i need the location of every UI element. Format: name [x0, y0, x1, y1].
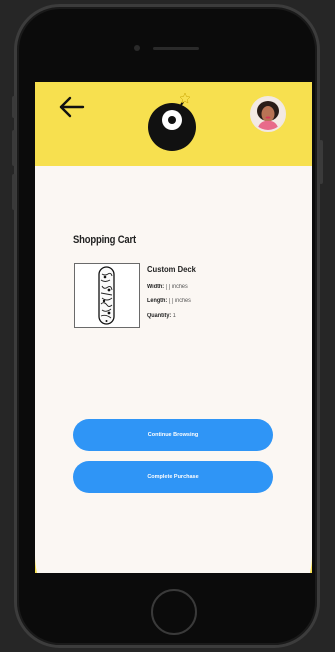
- arrow-left-icon: [59, 96, 85, 118]
- back-button[interactable]: [57, 94, 87, 120]
- user-avatar-icon: [252, 98, 284, 130]
- item-length: Length: [ ] inches: [147, 298, 191, 304]
- item-width: Width: [ ] inches: [147, 284, 188, 290]
- volume-up-button: [12, 130, 16, 166]
- volume-down-button: [12, 174, 16, 210]
- bomb-logo-icon: [147, 92, 199, 153]
- width-value: [ ] inches: [165, 284, 188, 290]
- mute-switch: [12, 96, 16, 118]
- continue-browsing-button[interactable]: Continue Browsing: [73, 419, 273, 451]
- item-name: Custom Deck: [147, 264, 196, 274]
- app-screen: Shopping Cart Custom Deck Width: [ ] inc…: [35, 82, 312, 573]
- speaker: [153, 47, 199, 50]
- page-title: Shopping Cart: [73, 234, 136, 246]
- content-sheet: [35, 166, 312, 573]
- home-button[interactable]: [151, 589, 197, 635]
- length-value: [ ] inches: [168, 298, 191, 304]
- item-quantity: Quantity: 1: [147, 313, 176, 319]
- width-label: Width:: [147, 284, 165, 290]
- skateboard-deck-icon: [98, 266, 115, 325]
- quantity-label: Quantity:: [147, 313, 172, 319]
- avatar[interactable]: [250, 96, 286, 132]
- complete-purchase-button[interactable]: Complete Purchase: [73, 461, 273, 493]
- length-label: Length:: [147, 298, 168, 304]
- power-button: [319, 140, 323, 184]
- camera: [134, 45, 140, 51]
- product-thumbnail[interactable]: [74, 263, 140, 328]
- quantity-value: 1: [172, 313, 176, 319]
